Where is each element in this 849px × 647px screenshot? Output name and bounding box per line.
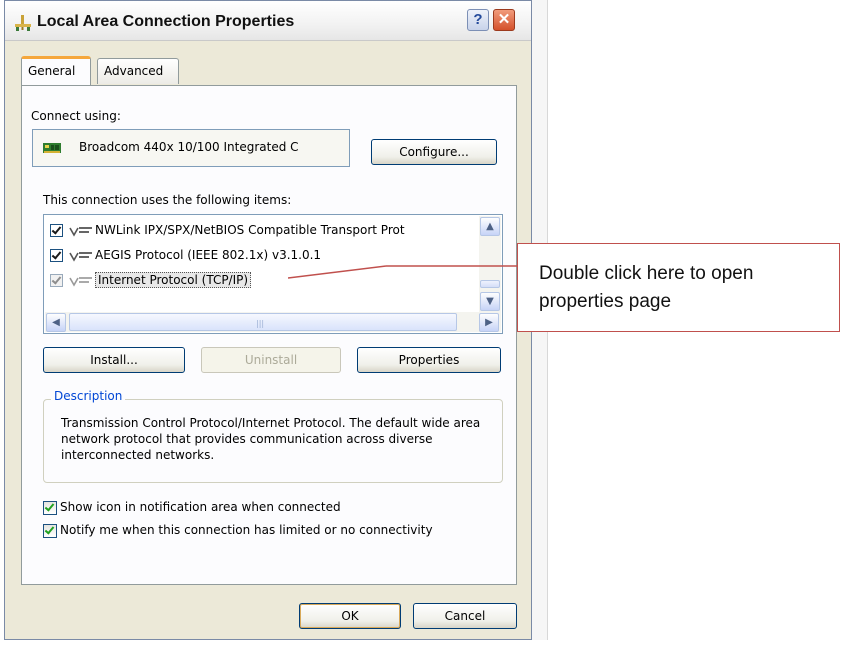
cancel-button[interactable]: Cancel <box>413 603 517 629</box>
list-item[interactable]: AEGIS Protocol (IEEE 802.1x) v3.1.0.1 <box>50 246 321 264</box>
close-button[interactable]: ✕ <box>493 9 515 31</box>
title-bar[interactable]: Local Area Connection Properties ? ✕ <box>5 1 531 41</box>
show-icon-option[interactable]: Show icon in notification area when conn… <box>43 500 341 515</box>
item-checkbox[interactable] <box>50 249 63 262</box>
protocol-icon <box>69 251 92 262</box>
horizontal-scrollbar[interactable]: ◀ ||| ▶ <box>45 312 501 332</box>
callout-text: Double click here to open properties pag… <box>539 263 754 312</box>
tab-advanced[interactable]: Advanced <box>97 58 179 84</box>
uninstall-button: Uninstall <box>201 347 341 373</box>
close-icon: ✕ <box>497 11 511 28</box>
properties-button[interactable]: Properties <box>357 347 501 373</box>
adapter-name: Broadcom 440x 10/100 Integrated C <box>79 140 299 154</box>
install-button[interactable]: Install... <box>43 347 185 373</box>
notify-checkbox[interactable] <box>43 523 57 538</box>
scroll-right-icon[interactable]: ▶ <box>479 313 499 332</box>
description-title: Description <box>51 389 126 403</box>
list-item[interactable]: NWLink IPX/SPX/NetBIOS Compatible Transp… <box>50 221 405 239</box>
adapter-field: Broadcom 440x 10/100 Integrated C <box>32 129 350 167</box>
network-connection-icon <box>15 15 31 31</box>
show-icon-label: Show icon in notification area when conn… <box>60 500 341 514</box>
help-icon: ? <box>473 11 483 28</box>
item-checkbox[interactable] <box>50 274 63 287</box>
description-text: Transmission Control Protocol/Internet P… <box>61 416 481 462</box>
properties-dialog: Local Area Connection Properties ? ✕ Gen… <box>4 0 532 640</box>
connect-using-label: Connect using: <box>31 109 121 123</box>
scroll-left-icon[interactable]: ◀ <box>46 313 66 332</box>
protocol-icon <box>69 276 92 287</box>
item-label: Internet Protocol (TCP/IP) <box>95 272 252 288</box>
list-item-selected[interactable]: Internet Protocol (TCP/IP) <box>50 271 252 289</box>
tab-general[interactable]: General <box>21 56 91 85</box>
notify-option[interactable]: Notify me when this connection has limit… <box>43 523 433 538</box>
scroll-down-icon[interactable]: ▼ <box>480 292 500 311</box>
window-title: Local Area Connection Properties <box>37 13 295 30</box>
item-label: AEGIS Protocol (IEEE 802.1x) v3.1.0.1 <box>95 248 322 262</box>
annotation-callout: Double click here to open properties pag… <box>517 243 840 332</box>
configure-button[interactable]: Configure... <box>371 139 497 165</box>
horizontal-scroll-thumb[interactable]: ||| <box>69 313 457 331</box>
items-label: This connection uses the following items… <box>43 193 292 207</box>
help-button[interactable]: ? <box>467 9 489 31</box>
show-icon-checkbox[interactable] <box>43 500 57 515</box>
scroll-up-icon[interactable]: ▲ <box>480 217 500 236</box>
protocol-icon <box>69 226 92 237</box>
network-adapter-icon <box>43 143 61 153</box>
item-label: NWLink IPX/SPX/NetBIOS Compatible Transp… <box>95 223 405 237</box>
notify-label: Notify me when this connection has limit… <box>60 523 433 537</box>
callout-pointer-line <box>288 265 517 279</box>
item-checkbox[interactable] <box>50 224 63 237</box>
ok-button[interactable]: OK <box>299 603 401 629</box>
scroll-thumb[interactable] <box>480 280 500 288</box>
